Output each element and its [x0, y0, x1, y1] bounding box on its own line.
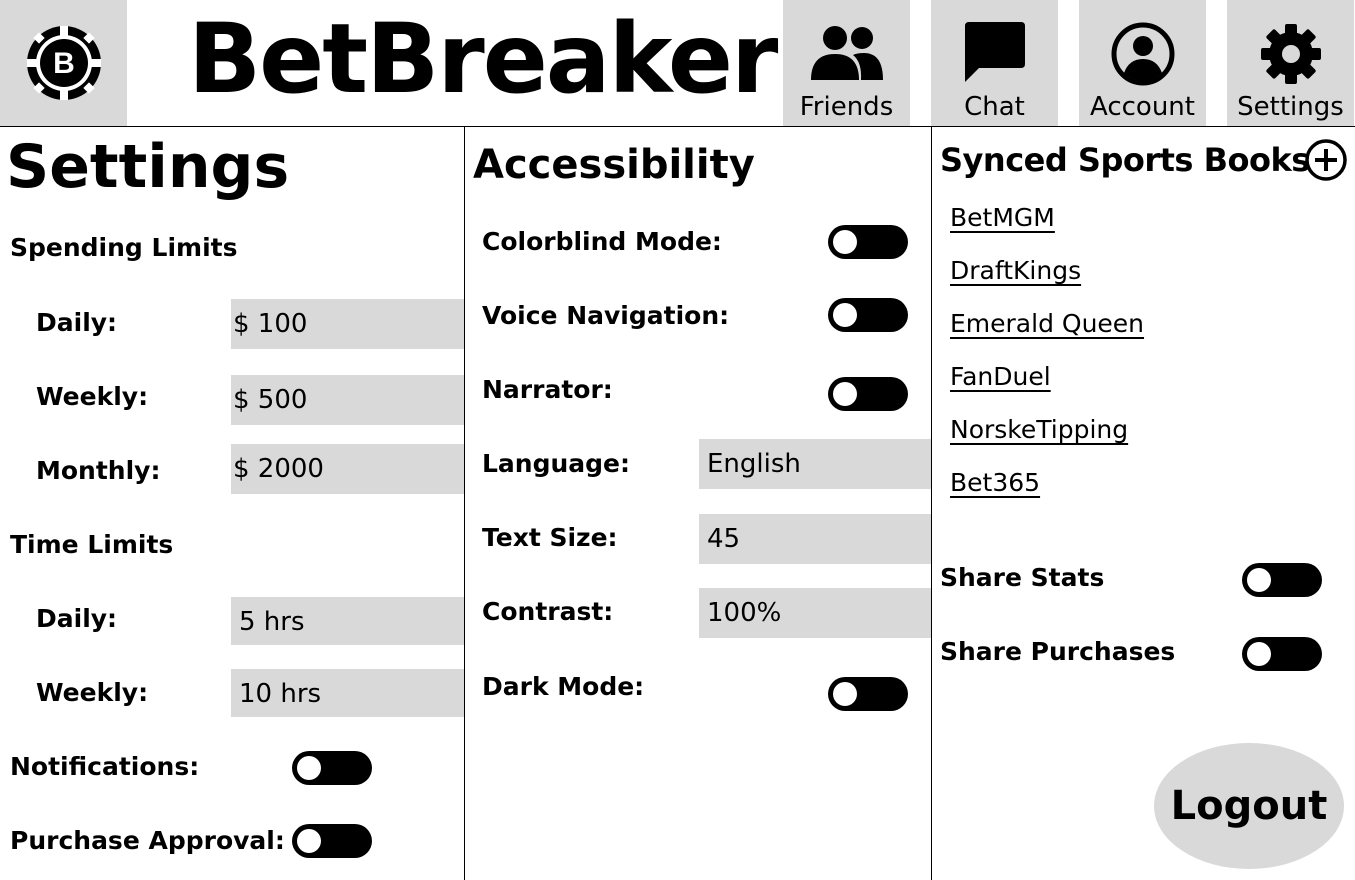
chat-label: Chat	[964, 92, 1025, 122]
poker-chip-icon: B	[27, 26, 101, 100]
voice-navigation-label: Voice Navigation:	[482, 301, 730, 330]
spending-weekly-label: Weekly:	[36, 382, 149, 411]
spending-weekly-input[interactable]: $ 500	[231, 375, 464, 425]
toggle-knob	[833, 303, 857, 327]
account-label: Account	[1090, 92, 1195, 122]
settings-label: Settings	[1237, 92, 1344, 122]
account-button[interactable]: Account	[1079, 0, 1206, 126]
text-size-input[interactable]: 45	[699, 514, 931, 564]
share-purchases-label: Share Purchases	[940, 637, 1176, 666]
toggle-knob	[1247, 568, 1271, 592]
time-limits-heading: Time Limits	[10, 530, 174, 559]
chat-icon	[964, 22, 1025, 82]
voice-navigation-toggle[interactable]	[828, 298, 908, 332]
language-label: Language:	[482, 449, 631, 478]
synced-books-title: Synced Sports Books	[940, 141, 1310, 179]
spending-daily-label: Daily:	[36, 308, 118, 337]
time-weekly-label: Weekly:	[36, 678, 149, 707]
spending-monthly-input[interactable]: $ 2000	[231, 444, 464, 494]
notifications-toggle[interactable]	[292, 751, 372, 785]
column-divider-left	[464, 127, 465, 880]
friends-button[interactable]: Friends	[783, 0, 910, 126]
notifications-label: Notifications:	[10, 752, 200, 781]
share-stats-toggle[interactable]	[1242, 563, 1322, 597]
contrast-input[interactable]: 100%	[699, 588, 931, 638]
spending-monthly-label: Monthly:	[36, 456, 161, 485]
settings-title: Settings	[6, 132, 290, 202]
book-link-fanduel[interactable]: FanDuel	[950, 362, 1051, 391]
chat-button[interactable]: Chat	[931, 0, 1058, 126]
colorblind-label: Colorblind Mode:	[482, 227, 722, 256]
narrator-toggle[interactable]	[828, 377, 908, 411]
plus-circle-icon[interactable]	[1304, 138, 1348, 182]
brand-title: BetBreaker	[188, 3, 778, 115]
share-stats-label: Share Stats	[940, 563, 1105, 592]
logout-button[interactable]: Logout	[1154, 743, 1344, 869]
toggle-knob	[297, 756, 321, 780]
time-daily-input[interactable]: 5 hrs	[231, 597, 464, 645]
book-link-betmgm[interactable]: BetMGM	[950, 203, 1055, 232]
toggle-knob	[833, 230, 857, 254]
toggle-knob	[833, 382, 857, 406]
column-divider-right	[931, 127, 932, 880]
language-select[interactable]: English	[699, 439, 931, 489]
book-link-bet365[interactable]: Bet365	[950, 468, 1040, 497]
friends-label: Friends	[799, 92, 894, 122]
purchase-approval-label: Purchase Approval:	[10, 826, 285, 855]
contrast-label: Contrast:	[482, 597, 614, 626]
header-divider	[0, 126, 1355, 127]
gear-icon	[1260, 24, 1321, 84]
dark-mode-toggle[interactable]	[828, 677, 908, 711]
book-link-emerald-queen[interactable]: Emerald Queen	[950, 309, 1144, 338]
share-purchases-toggle[interactable]	[1242, 637, 1322, 671]
logo-letter: B	[53, 47, 75, 80]
dark-mode-label: Dark Mode:	[482, 672, 645, 701]
settings-button[interactable]: Settings	[1227, 0, 1354, 126]
friends-icon	[810, 26, 883, 80]
spending-daily-input[interactable]: $ 100	[231, 299, 464, 349]
toggle-knob	[1247, 642, 1271, 666]
toggle-knob	[297, 829, 321, 853]
time-daily-label: Daily:	[36, 604, 118, 633]
purchase-approval-toggle[interactable]	[292, 824, 372, 858]
spending-limits-heading: Spending Limits	[10, 233, 238, 262]
toggle-knob	[833, 682, 857, 706]
book-link-draftkings[interactable]: DraftKings	[950, 256, 1081, 285]
accessibility-title: Accessibility	[473, 142, 755, 188]
account-icon	[1111, 22, 1174, 86]
narrator-label: Narrator:	[482, 375, 613, 404]
time-weekly-input[interactable]: 10 hrs	[231, 669, 464, 717]
text-size-label: Text Size:	[482, 523, 618, 552]
book-link-norsketipping[interactable]: NorskeTipping	[950, 415, 1128, 444]
logo-tile: B	[0, 0, 127, 126]
colorblind-toggle[interactable]	[828, 225, 908, 259]
